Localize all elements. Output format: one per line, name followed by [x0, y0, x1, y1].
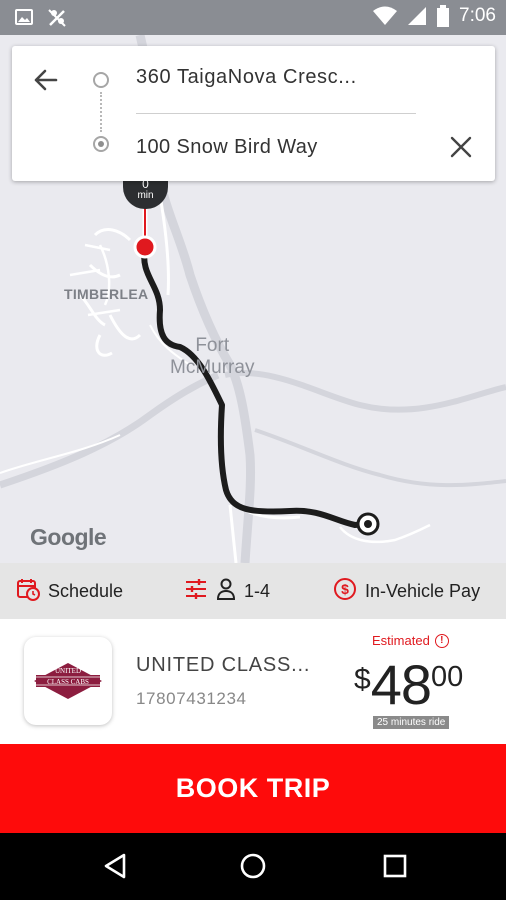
nav-back-icon[interactable]	[100, 851, 130, 881]
status-time: 7:06	[459, 5, 496, 26]
fare-price: $ 48 00	[354, 655, 463, 715]
map-label-timberlea: TIMBERLEA	[64, 286, 149, 302]
cab-company-name: UNITED CLASS...	[136, 654, 311, 676]
trip-options-bar: Schedule 1-4 $ In-Vehicle Pay	[0, 563, 506, 619]
origin-marker-icon	[93, 72, 109, 88]
ride-duration-badge: 25 minutes ride	[373, 716, 450, 729]
origin-address-field[interactable]: 360 TaigaNova Cresc...	[136, 66, 357, 89]
map-label-fort-line2: McMurray	[170, 357, 255, 378]
cab-company-card[interactable]: UNITED CLASS CABS UNITED CLASS... 178074…	[0, 619, 506, 744]
person-icon	[216, 578, 236, 605]
cab-company-logo: UNITED CLASS CABS	[24, 637, 112, 725]
route-connector	[100, 92, 102, 132]
google-logo[interactable]: Google	[30, 524, 107, 551]
payment-label: In-Vehicle Pay	[365, 580, 481, 601]
payment-button[interactable]: $ In-Vehicle Pay	[333, 563, 480, 619]
estimated-label[interactable]: Estimated !	[372, 633, 449, 648]
destination-address-field[interactable]: 100 Snow Bird Way	[136, 136, 318, 159]
signal-off-icon	[46, 7, 68, 29]
signal-icon	[407, 6, 427, 26]
svg-text:UNITED: UNITED	[55, 667, 81, 675]
book-trip-button[interactable]: BOOK TRIP	[0, 744, 506, 833]
schedule-button[interactable]: Schedule	[16, 563, 123, 619]
close-icon[interactable]	[448, 134, 474, 160]
nav-recents-icon[interactable]	[380, 851, 410, 881]
nav-home-icon[interactable]	[238, 851, 268, 881]
system-nav-bar	[0, 833, 506, 900]
cab-company-phone: 17807431234	[136, 689, 247, 708]
estimated-text: Estimated	[372, 633, 430, 648]
sliders-icon	[184, 578, 208, 605]
price-currency: $	[354, 663, 371, 696]
battery-icon	[437, 5, 450, 27]
info-icon[interactable]: !	[434, 633, 449, 648]
svg-text:CLASS CABS: CLASS CABS	[47, 678, 89, 686]
wifi-icon	[373, 6, 398, 26]
svg-text:$: $	[341, 581, 349, 597]
destination-marker-icon	[93, 136, 109, 152]
passengers-label: 1-4	[244, 580, 271, 601]
price-dollars: 48	[370, 653, 432, 716]
eta-unit: min	[137, 190, 154, 201]
map-label-fort-mcmurray: Fort McMurray	[170, 335, 254, 379]
image-icon	[14, 7, 34, 29]
passengers-button[interactable]: 1-4	[184, 563, 270, 619]
back-arrow-icon[interactable]	[32, 66, 60, 94]
dollar-circle-icon: $	[333, 577, 357, 606]
status-bar: 7:06	[0, 0, 506, 35]
address-divider	[136, 113, 416, 114]
price-cents: 00	[430, 661, 464, 693]
schedule-label: Schedule	[48, 580, 124, 601]
calendar-clock-icon	[16, 577, 40, 606]
map-label-fort-line1: Fort	[195, 335, 230, 356]
address-card: 360 TaigaNova Cresc... 100 Snow Bird Way	[12, 46, 495, 181]
